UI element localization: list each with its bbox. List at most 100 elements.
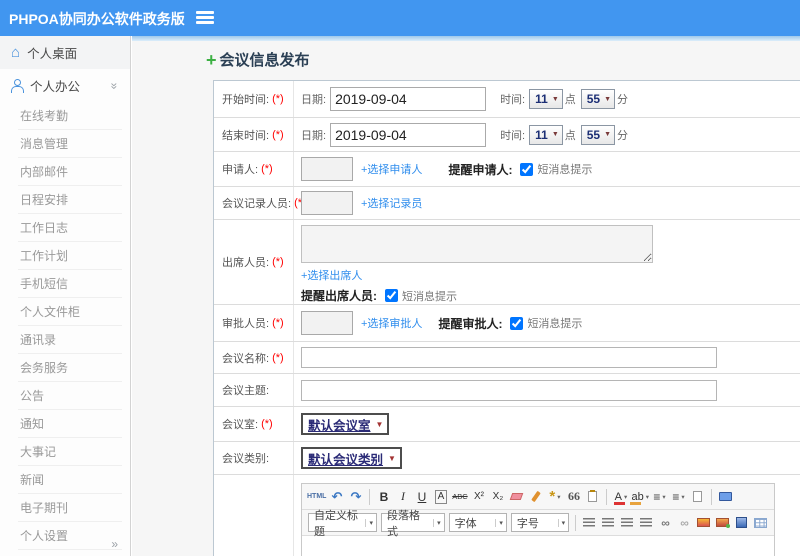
pick-recorder-link[interactable]: +选择记录员 [361, 195, 422, 211]
sidebar-item-label: 个人桌面 [27, 47, 78, 61]
select-arrow-icon: ▼ [551, 131, 559, 138]
sms-remind-checkbox[interactable] [520, 162, 534, 176]
form-row-editor: HTML ↶ ↷ B I U A ABC X² X₂ * ▾ 66 A ▾ ab… [214, 475, 800, 556]
sidebar-item-contacts[interactable]: 通讯录 [18, 326, 122, 354]
autotypeset-button[interactable]: * ▾ [546, 487, 563, 507]
undo-button[interactable]: ↶ [328, 487, 345, 507]
align-center-button[interactable] [600, 513, 617, 533]
align-right-button[interactable] [619, 513, 636, 533]
meeting-subject-input[interactable] [301, 379, 717, 401]
insert-media-button[interactable] [733, 513, 750, 533]
sidebar-item-settings[interactable]: 个人设置 » [18, 522, 122, 551]
sidebar-item-announcement[interactable]: 公告 [18, 382, 122, 410]
sidebar-item-internal-mail[interactable]: 内部邮件 [18, 158, 122, 186]
paragraph-select[interactable]: 段落格式 ▾ [380, 510, 445, 538]
dropdown-arrow-icon: ▾ [623, 493, 628, 501]
fullscreen-button[interactable] [717, 487, 734, 507]
redo-button[interactable]: ↷ [347, 487, 364, 507]
heading-select[interactable]: 自定义标题 ▾ [308, 510, 377, 538]
sidebar-item-schedule[interactable]: 日程安排 [18, 186, 122, 214]
start-minute-select[interactable]: 55 ▼ [580, 89, 616, 109]
font-size-select[interactable]: 字号 ▾ [510, 513, 570, 532]
approver-input[interactable] [301, 311, 353, 335]
subscript-button[interactable]: X₂ [489, 487, 506, 507]
sidebar-item-supervise[interactable]: × 督查督办 » [0, 550, 130, 556]
dropdown-arrow-icon: ▾ [681, 493, 685, 501]
pick-applicant-link[interactable]: +选择申请人 [361, 161, 422, 177]
sidebar-item-news[interactable]: 新闻 [18, 466, 122, 494]
table-icon [753, 517, 767, 528]
eraser-button[interactable] [508, 487, 525, 507]
top-header: PHPOA协同办公软件政务版 [0, 0, 800, 36]
underline-button[interactable]: U [413, 487, 430, 507]
font-color-button[interactable]: A ▾ [612, 487, 629, 507]
paste-text-button[interactable] [584, 487, 601, 507]
toolbar-separator [575, 514, 576, 531]
sidebar-item-e-journal[interactable]: 电子期刊 [18, 494, 122, 522]
editor-toolbar-row-2: 自定义标题 ▾ 段落格式 ▾ 字体 ▾ 字号 ▾ ∞ ∞ [302, 510, 774, 538]
unlink-button[interactable]: ∞ [676, 513, 693, 533]
sidebar-item-file-cabinet[interactable]: 个人文件柜 [18, 298, 122, 326]
recorder-input[interactable] [301, 191, 353, 215]
end-date-input[interactable] [330, 122, 487, 147]
sidebar-item-meeting-service[interactable]: 会务服务 [18, 354, 122, 382]
align-left-button[interactable] [581, 513, 598, 533]
meeting-name-input[interactable] [301, 347, 717, 368]
italic-button[interactable]: I [394, 487, 411, 507]
meeting-category-select[interactable]: 默认会议类别 ▼ [301, 447, 402, 469]
form-row-start-time: 开始时间:(*) 日期: 时间: 11▼ 点 55▼ 分 [214, 81, 800, 118]
menu-toggle-icon[interactable] [196, 11, 214, 25]
unordered-list-button[interactable]: ≡ ▾ [670, 487, 687, 507]
new-page-button[interactable] [689, 487, 706, 507]
pick-approver-link[interactable]: +选择审批人 [361, 315, 422, 331]
document-icon [692, 491, 702, 502]
sidebar: ⌂ 个人桌面 个人办公 » 在线考勤 消息管理 内部邮件 日程安排 工作日志 工… [0, 36, 131, 556]
select-arrow-icon: ▼ [604, 95, 612, 103]
sidebar-item-desktop[interactable]: ⌂ 个人桌面 [0, 36, 130, 69]
sidebar-item-messages[interactable]: 消息管理 [18, 130, 122, 158]
applicant-input[interactable] [301, 157, 353, 181]
toolbar-separator [369, 488, 371, 505]
format-painter-button[interactable] [527, 487, 544, 507]
link-button[interactable]: ∞ [657, 513, 674, 533]
pick-attendees-link[interactable]: +选择出席人 [301, 267, 362, 283]
end-minute-select[interactable]: 55 ▼ [580, 124, 616, 145]
bold-button[interactable]: B [375, 487, 392, 507]
app-title: PHPOA协同办公软件政务版 [9, 11, 185, 27]
start-date-input[interactable] [330, 87, 487, 111]
meeting-room-select[interactable]: 默认会议室 ▼ [301, 413, 390, 435]
form-row-end-time: 结束时间:(*) 日期: 时间: 11▼ 点 55▼ 分 [214, 118, 800, 152]
dropdown-arrow-icon: ▾ [557, 493, 561, 501]
editor-content-area[interactable] [302, 536, 774, 556]
sidebar-item-memorabilia[interactable]: 大事记 [18, 438, 122, 466]
attendees-textarea[interactable] [301, 225, 653, 263]
select-arrow-icon: ▼ [375, 419, 384, 429]
superscript-button[interactable]: X² [470, 487, 487, 507]
highlight-color-button[interactable]: ab ▾ [630, 487, 649, 507]
sms-remind-checkbox[interactable] [385, 289, 398, 302]
sidebar-item-notice[interactable]: 通知 [18, 410, 122, 438]
html-source-button[interactable]: HTML [307, 487, 326, 507]
chevron-down-icon: » [107, 82, 122, 89]
font-border-button[interactable]: A [432, 487, 449, 507]
justify-button[interactable] [638, 513, 655, 533]
strikethrough-button[interactable]: ABC [451, 487, 468, 507]
end-hour-select[interactable]: 11 ▼ [529, 124, 563, 145]
sms-remind-checkbox[interactable] [510, 316, 524, 330]
align-center-icon [602, 518, 615, 527]
blockquote-button[interactable]: 66 [565, 487, 582, 507]
sidebar-item-attendance[interactable]: 在线考勤 [18, 102, 122, 130]
dropdown-arrow-icon: ▾ [433, 518, 441, 527]
insert-image-button[interactable] [695, 513, 712, 533]
font-family-select[interactable]: 字体 ▾ [448, 513, 507, 532]
link-icon: ∞ [661, 515, 670, 530]
snapshot-button[interactable] [714, 513, 731, 533]
ordered-list-button[interactable]: ≡ ▾ [651, 487, 668, 507]
sidebar-item-work-plan[interactable]: 工作计划 [18, 242, 122, 270]
dropdown-arrow-icon: ▾ [662, 493, 666, 501]
sidebar-item-work-log[interactable]: 工作日志 [18, 214, 122, 242]
insert-table-button[interactable] [752, 513, 769, 533]
sidebar-item-sms[interactable]: 手机短信 [18, 270, 122, 298]
sidebar-item-office[interactable]: 个人办公 » [0, 69, 130, 102]
start-hour-select[interactable]: 11 ▼ [529, 89, 563, 109]
